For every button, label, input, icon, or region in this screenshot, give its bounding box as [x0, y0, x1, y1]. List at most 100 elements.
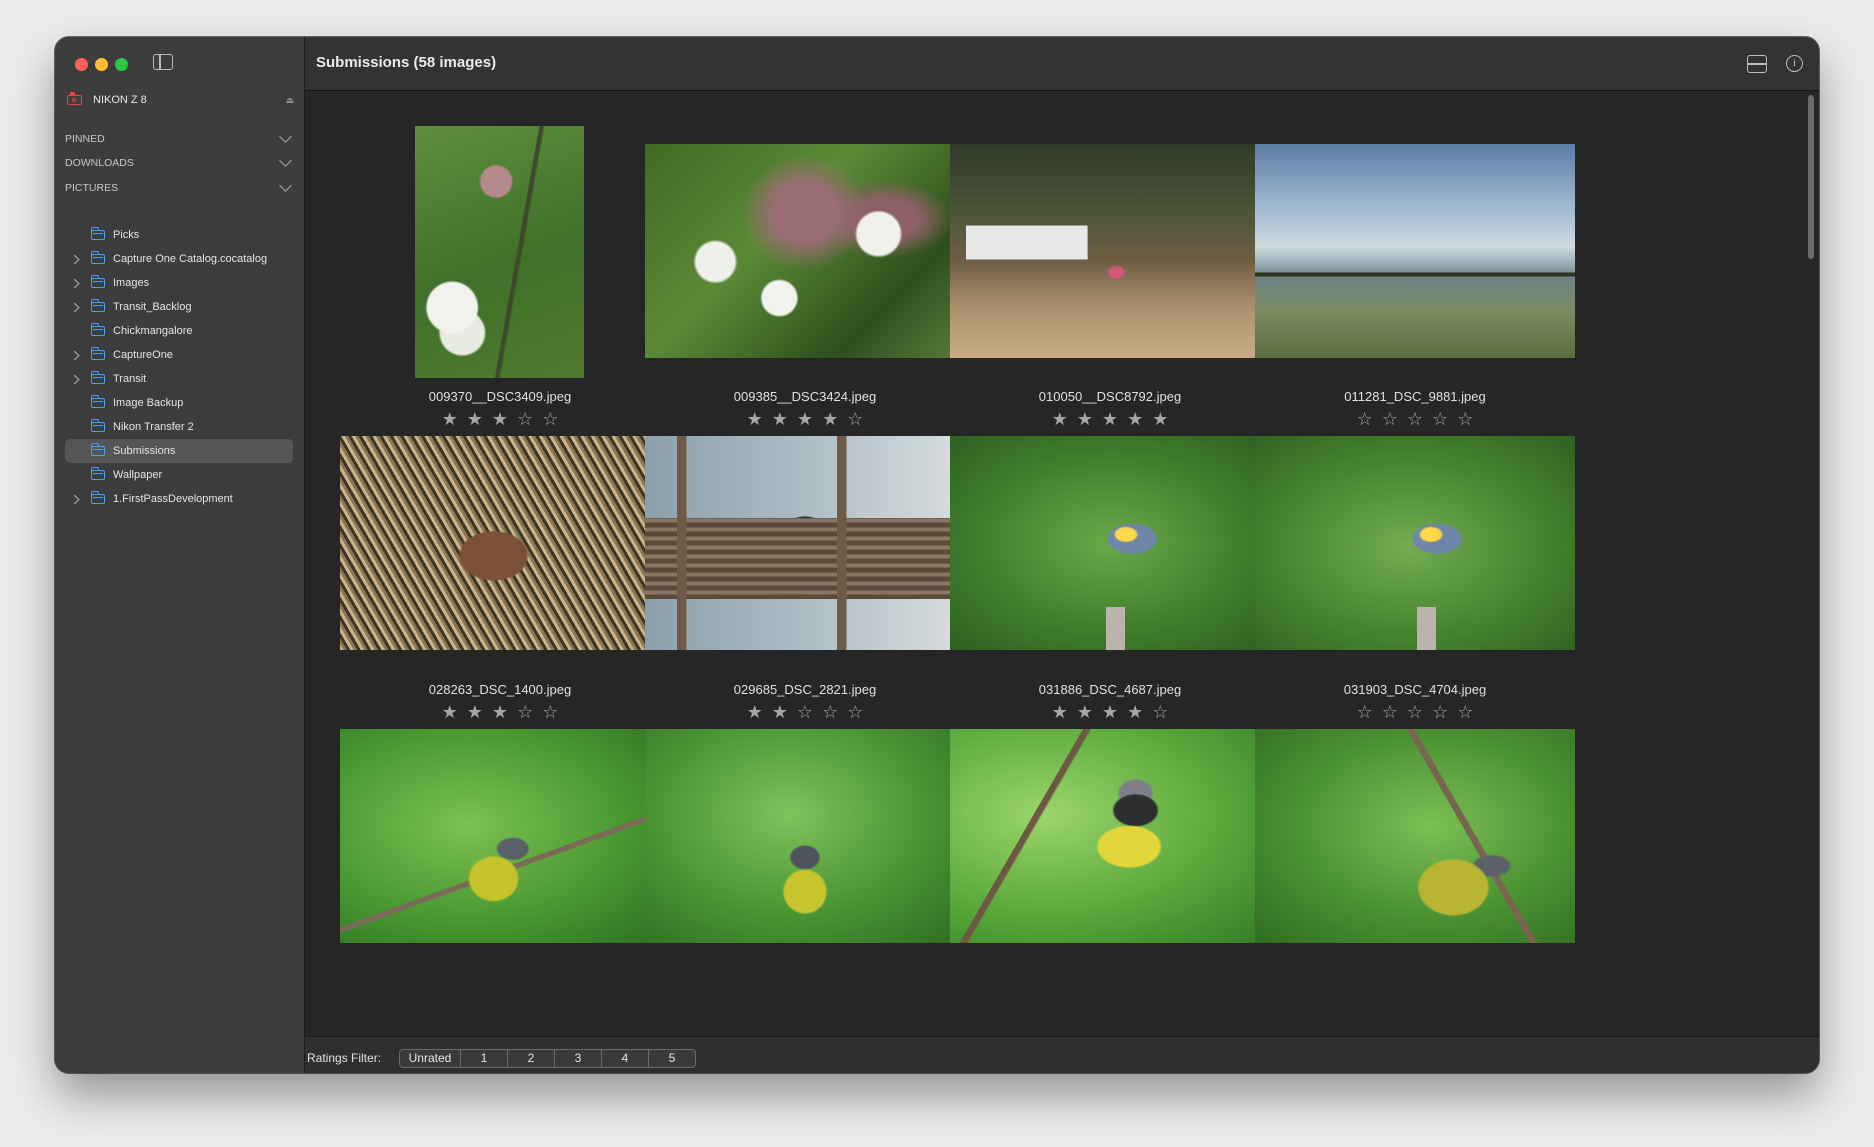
chevron-right-icon[interactable] — [69, 494, 80, 505]
folder-label: CaptureOne — [113, 349, 173, 361]
sidebar-toggle-icon[interactable] — [153, 54, 173, 70]
folder-icon — [90, 443, 105, 456]
image-cell[interactable]: 031886_DSC_4687.jpeg ★★★★☆ — [950, 384, 1270, 722]
sidebar-folder-item[interactable]: Transit — [65, 367, 293, 391]
bottom-bar: Ratings Filter: Unrated 1 2 3 4 5 — [305, 1036, 1819, 1073]
folder-label: 1.FirstPassDevelopment — [113, 493, 233, 505]
sidebar-folder-item[interactable]: Picks — [65, 223, 293, 247]
folder-label: Submissions — [113, 445, 176, 457]
sidebar-folder-item[interactable]: Wallpaper — [65, 463, 293, 487]
app-window: NIKON Z 8 ⏏ PINNED DOWNLOADS PICTURES Pi… — [55, 37, 1819, 1073]
photo-thumbnail[interactable] — [415, 126, 584, 378]
folder-icon — [90, 275, 105, 288]
filter-2[interactable]: 2 — [507, 1050, 554, 1067]
photo-thumbnail[interactable] — [950, 729, 1270, 943]
photo-thumbnail[interactable] — [950, 144, 1270, 358]
ratings-filter-control[interactable]: Unrated 1 2 3 4 5 — [399, 1049, 696, 1068]
sidebar-folder-item[interactable]: Capture One Catalog.cocatalog — [65, 247, 293, 271]
folder-label: Nikon Transfer 2 — [113, 421, 194, 433]
sidebar-folder-item[interactable]: Transit_Backlog — [65, 295, 293, 319]
page-title: Submissions (58 images) — [316, 54, 497, 71]
photo-thumbnail[interactable] — [340, 729, 660, 943]
photo-thumbnail[interactable] — [645, 729, 965, 943]
filter-5[interactable]: 5 — [648, 1050, 695, 1067]
sidebar-folder-item[interactable]: CaptureOne — [65, 343, 293, 367]
toolbar: Submissions (58 images) i — [305, 37, 1819, 91]
section-label: DOWNLOADS — [65, 157, 134, 169]
photo-thumbnail[interactable] — [645, 436, 965, 650]
filter-unrated[interactable]: Unrated — [400, 1050, 460, 1067]
zoom-window-button[interactable] — [115, 58, 128, 71]
folder-label: Image Backup — [113, 397, 184, 409]
folder-icon — [90, 347, 105, 360]
section-downloads[interactable]: DOWNLOADS — [65, 152, 298, 174]
image-cell[interactable]: 010050__DSC8792.jpeg ★★★★★ — [950, 91, 1270, 429]
eject-icon[interactable]: ⏏ — [285, 95, 294, 106]
filter-4[interactable]: 4 — [601, 1050, 648, 1067]
chevron-right-icon[interactable] — [69, 350, 80, 361]
image-cell[interactable]: 028263_DSC_1400.jpeg ★★★☆☆ — [340, 384, 660, 722]
sidebar-folder-item[interactable]: Chickmangalore — [65, 319, 293, 343]
photo-thumbnail[interactable] — [340, 436, 660, 650]
sidebar-folder-item[interactable]: Images — [65, 271, 293, 295]
image-cell[interactable]: 009385__DSC3424.jpeg ★★★★☆ — [645, 91, 965, 429]
folder-label: Transit_Backlog — [113, 301, 192, 313]
image-cell[interactable]: 029685_DSC_2821.jpeg ★★☆☆☆ — [645, 384, 965, 722]
folder-label: Images — [113, 277, 150, 289]
section-label: PINNED — [65, 133, 105, 145]
photo-thumbnail[interactable] — [950, 436, 1270, 650]
main-content: Submissions (58 images) i 009370__DSC340… — [305, 37, 1819, 1073]
sidebar-folder-item[interactable]: Nikon Transfer 2 — [65, 415, 293, 439]
minimize-window-button[interactable] — [95, 58, 108, 71]
image-cell[interactable] — [1255, 677, 1575, 967]
sidebar-folder-item[interactable]: Submissions — [65, 439, 293, 463]
close-window-button[interactable] — [75, 58, 88, 71]
folder-icon — [90, 251, 105, 264]
image-cell[interactable] — [645, 677, 965, 967]
chevron-right-icon[interactable] — [69, 374, 80, 385]
folder-icon — [90, 371, 105, 384]
image-cell[interactable]: 031903_DSC_4704.jpeg ☆☆☆☆☆ — [1255, 384, 1575, 722]
image-cell[interactable] — [340, 677, 660, 967]
image-cell[interactable] — [950, 677, 1270, 967]
section-pictures[interactable]: PICTURES — [65, 177, 298, 199]
photo-thumbnail[interactable] — [645, 144, 965, 358]
section-label: PICTURES — [65, 182, 119, 194]
folder-label: Capture One Catalog.cocatalog — [113, 253, 268, 265]
camera-icon — [67, 92, 82, 105]
chevron-right-icon[interactable] — [69, 302, 80, 313]
chevron-down-icon[interactable] — [279, 130, 292, 143]
device-label: NIKON Z 8 — [93, 94, 147, 106]
folder-label: Chickmangalore — [113, 325, 193, 337]
image-cell[interactable]: 011281_DSC_9881.jpeg ☆☆☆☆☆ — [1255, 91, 1575, 429]
photo-thumbnail[interactable] — [1255, 729, 1575, 943]
folder-icon — [90, 395, 105, 408]
folder-list: Picks Capture One Catalog.cocatalog Images… — [65, 223, 303, 511]
layout-toggle-icon[interactable] — [1747, 55, 1767, 73]
folder-icon — [90, 299, 105, 312]
chevron-down-icon[interactable] — [279, 154, 292, 167]
filter-1[interactable]: 1 — [460, 1050, 507, 1067]
folder-label: Picks — [113, 229, 140, 241]
sidebar-folder-item[interactable]: Image Backup — [65, 391, 293, 415]
folder-icon — [90, 467, 105, 480]
chevron-right-icon[interactable] — [69, 278, 80, 289]
section-pinned[interactable]: PINNED — [65, 128, 298, 150]
sidebar: NIKON Z 8 ⏏ PINNED DOWNLOADS PICTURES Pi… — [55, 37, 305, 1073]
chevron-down-icon[interactable] — [279, 179, 292, 192]
device-item[interactable]: NIKON Z 8 ⏏ — [65, 89, 296, 111]
folder-label: Wallpaper — [113, 469, 163, 481]
image-grid[interactable]: 009370__DSC3409.jpeg ★★★☆☆ 009385__DSC3424… — [305, 91, 1819, 1037]
filter-3[interactable]: 3 — [554, 1050, 601, 1067]
ratings-filter-label: Ratings Filter: — [307, 1051, 382, 1065]
vertical-scrollbar[interactable] — [1808, 95, 1814, 259]
folder-icon — [90, 419, 105, 432]
chevron-right-icon[interactable] — [69, 254, 80, 265]
info-icon[interactable]: i — [1786, 55, 1803, 72]
image-cell[interactable]: 009370__DSC3409.jpeg ★★★☆☆ — [340, 91, 660, 429]
photo-thumbnail[interactable] — [1255, 144, 1575, 358]
folder-icon — [90, 323, 105, 336]
folder-icon — [90, 227, 105, 240]
sidebar-folder-item[interactable]: 1.FirstPassDevelopment — [65, 487, 293, 511]
photo-thumbnail[interactable] — [1255, 436, 1575, 650]
